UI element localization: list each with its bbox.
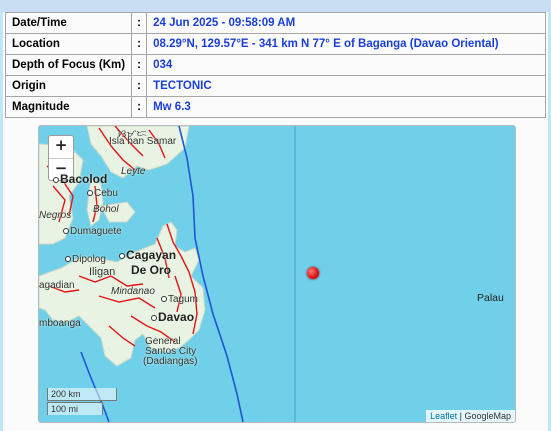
info-label: Date/Time	[4, 12, 133, 34]
info-value-location: 08.29°N, 129.57°E - 341 km N 77° E of Ba…	[146, 33, 546, 55]
top-banner	[0, 0, 551, 12]
info-row-depth: Depth of Focus (Km) : 034	[4, 54, 546, 76]
map-label-pagadian: agadian	[39, 280, 75, 291]
googlemap-credit: GoogleMap	[464, 411, 511, 421]
map-label-palau: Palau	[477, 292, 504, 304]
map-label-dadiangas: (Dadiangas)	[143, 356, 198, 367]
info-row-magnitude: Magnitude : Mw 6.3	[4, 96, 546, 118]
epicenter-marker[interactable]	[307, 267, 319, 279]
info-value-datetime: 24 Jun 2025 - 09:58:09 AM	[146, 12, 546, 34]
zoom-in-button[interactable]: +	[49, 136, 73, 159]
scale-bar-km: 200 km	[47, 388, 117, 401]
scale-bar-miles: 100 mi	[47, 402, 103, 415]
info-colon: :	[131, 54, 148, 76]
earthquake-info-table: Date/Time : 24 Jun 2025 - 09:58:09 AM Lo…	[4, 12, 546, 118]
earthquake-bulletin: Date/Time : 24 Jun 2025 - 09:58:09 AM Lo…	[3, 12, 548, 431]
map-label-zamboanga: mboanga	[39, 318, 81, 329]
info-label: Location	[4, 33, 133, 55]
info-colon: :	[131, 75, 148, 97]
info-row-location: Location : 08.29°N, 129.57°E - 341 km N …	[4, 33, 546, 55]
info-row-datetime: Date/Time : 24 Jun 2025 - 09:58:09 AM	[4, 12, 546, 34]
map-label-cagayan: Cagayan	[119, 248, 176, 262]
info-colon: :	[131, 12, 148, 34]
map-label-iligan: Iligan	[89, 266, 116, 278]
map-label-cebu: Cebu	[87, 188, 118, 199]
map-label-dipolog: Dipolog	[65, 254, 106, 265]
info-label: Magnitude	[4, 96, 133, 118]
map-label-bacolod: Bacolod	[53, 172, 107, 186]
map-label-dumaguete: Dumaguete	[63, 226, 122, 237]
leaflet-link[interactable]: Leaflet	[430, 411, 457, 421]
scale-mi-label: 100 mi	[47, 402, 103, 415]
info-value-depth: 034	[146, 54, 546, 76]
info-value-magnitude: Mw 6.3	[146, 96, 546, 118]
info-colon: :	[131, 33, 148, 55]
map-label-bohol: Bohol	[93, 204, 119, 215]
epicenter-map[interactable]: + − ᜐᜋᜇ Isla han Samar Leyte Bacolod Ceb…	[38, 125, 516, 423]
map-label-leyte: Leyte	[121, 166, 146, 177]
info-row-origin: Origin : TECTONIC	[4, 75, 546, 97]
map-attribution: Leaflet | GoogleMap	[426, 410, 515, 422]
map-label-tagum: Tagum	[161, 294, 198, 305]
map-label-mindanao: Mindanao	[111, 286, 155, 297]
info-value-origin: TECTONIC	[146, 75, 546, 97]
map-label-davao: Davao	[151, 310, 194, 324]
info-colon: :	[131, 96, 148, 118]
info-label: Origin	[4, 75, 133, 97]
info-label: Depth of Focus (Km)	[4, 54, 133, 76]
map-label-de-oro: De Oro	[131, 263, 172, 277]
map-label-negros: Negros	[39, 210, 72, 221]
map-label-samar: Isla han Samar	[109, 136, 177, 147]
scale-km-label: 200 km	[47, 388, 117, 401]
